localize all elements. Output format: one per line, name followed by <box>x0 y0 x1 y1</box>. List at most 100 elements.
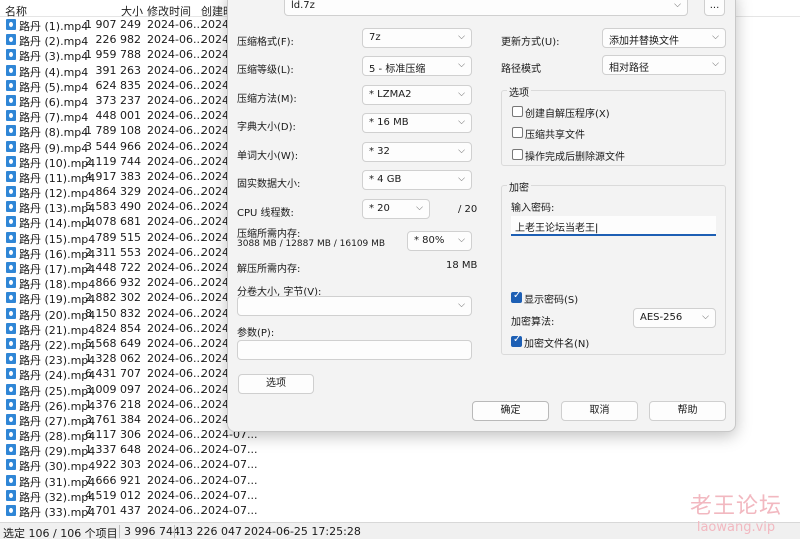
table-row[interactable]: 路丹 (1).mp4 1 907 249 2024-06... 2024 <box>0 17 260 33</box>
table-row[interactable]: 路丹 (3).mp4 1 959 788 2024-06... 2024 <box>0 47 260 63</box>
table-row[interactable]: 路丹 (8).mp4 1 789 108 2024-06... 2024 <box>0 123 260 139</box>
method-select[interactable]: * LZMA2 ⌵ <box>362 85 472 105</box>
video-file-icon <box>6 489 16 501</box>
file-size: 1 959 788 <box>85 48 141 62</box>
table-row[interactable]: 路丹 (10).mp4 2 119 744 2024-06... 2024 <box>0 154 260 170</box>
file-created: 2024 <box>201 63 229 77</box>
file-size: 1 789 108 <box>85 124 141 138</box>
cpu-threads-select[interactable]: * 20 ⌵ <box>362 199 430 219</box>
shared-files-label[interactable]: 压缩共享文件 <box>525 126 585 141</box>
table-row[interactable]: 路丹 (30).mp4 922 303 2024-06... 2024-07... <box>0 457 260 473</box>
table-row[interactable]: 路丹 (21).mp4 824 854 2024-06... 2024 <box>0 321 260 337</box>
show-password-label[interactable]: 显示密码(S) <box>524 291 578 306</box>
parameters-input[interactable] <box>237 340 472 360</box>
table-row[interactable]: 路丹 (15).mp4 789 515 2024-06... 2024 <box>0 230 260 246</box>
split-volume-select[interactable]: ⌵ <box>237 296 472 316</box>
table-row[interactable]: 路丹 (4).mp4 391 263 2024-06... 2024 <box>0 63 260 79</box>
table-row[interactable]: 路丹 (6).mp4 373 237 2024-06... 2024 <box>0 93 260 109</box>
update-mode-select[interactable]: 添加并替换文件 ⌵ <box>602 28 726 48</box>
chevron-down-icon[interactable]: ⌵ <box>674 0 681 10</box>
file-created: 2024 <box>201 230 229 244</box>
table-row[interactable]: 路丹 (23).mp4 1 328 062 2024-06... 2024 <box>0 351 260 367</box>
file-size: 2 311 553 <box>85 245 141 259</box>
delete-after-label[interactable]: 操作完成后删除源文件 <box>525 148 625 163</box>
chevron-down-icon: ⌵ <box>458 174 465 184</box>
delete-after-checkbox[interactable] <box>512 149 523 160</box>
video-file-icon <box>6 307 16 319</box>
file-created: 2024 <box>201 18 229 31</box>
shared-files-checkbox[interactable] <box>512 127 523 138</box>
word-size-select[interactable]: * 32 ⌵ <box>362 142 472 162</box>
file-name: 路丹 (33).mp4 <box>19 506 96 519</box>
level-select[interactable]: 5 - 标准压缩 ⌵ <box>362 56 472 76</box>
file-modified: 2024-06... <box>147 18 204 31</box>
table-row[interactable]: 路丹 (19).mp4 2 882 302 2024-06... 2024 <box>0 290 260 306</box>
table-row[interactable]: 路丹 (29).mp4 1 337 648 2024-06... 2024-07... <box>0 442 260 458</box>
video-file-icon <box>6 231 16 243</box>
table-row[interactable]: 路丹 (16).mp4 2 311 553 2024-06... 2024 <box>0 245 260 261</box>
encrypt-names-checkbox[interactable] <box>511 334 522 347</box>
table-row[interactable]: 路丹 (18).mp4 866 932 2024-06... 2024 <box>0 275 260 291</box>
format-label: 压缩格式(F): <box>237 37 294 48</box>
file-created: 2024 <box>201 78 229 92</box>
browse-button[interactable]: ... <box>704 0 725 16</box>
table-row[interactable]: 路丹 (32).mp4 4 519 012 2024-06... 2024-07... <box>0 488 260 504</box>
encryption-method-select[interactable]: AES-256 ⌵ <box>633 308 716 328</box>
file-modified: 2024-06... <box>147 352 204 366</box>
solid-block-label: 固实数据大小: <box>237 179 301 190</box>
table-row[interactable]: 路丹 (28).mp4 6 117 306 2024-06... 2024-07... <box>0 427 260 443</box>
table-row[interactable]: 路丹 (22).mp4 5 568 649 2024-06... 2024 <box>0 336 260 352</box>
dictionary-select[interactable]: * 16 MB ⌵ <box>362 113 472 133</box>
method-value: * LZMA2 <box>369 89 412 100</box>
password-label: 输入密码: <box>511 203 555 214</box>
file-modified: 2024-06... <box>147 48 204 62</box>
file-created: 2024-07... <box>201 443 258 457</box>
table-row[interactable]: 路丹 (17).mp4 2 448 722 2024-06... 2024 <box>0 260 260 276</box>
file-size: 922 303 <box>95 458 142 472</box>
update-mode-label: 更新方式(U): <box>501 37 560 48</box>
table-row[interactable]: 路丹 (24).mp4 6 431 707 2024-06... 2024 <box>0 366 260 382</box>
video-file-icon <box>6 94 16 106</box>
file-modified: 2024-06... <box>147 230 204 244</box>
file-size: 5 583 490 <box>85 200 141 214</box>
table-row[interactable]: 路丹 (14).mp4 1 078 681 2024-06... 2024 <box>0 214 260 230</box>
table-row[interactable]: 路丹 (12).mp4 864 329 2024-06... 2024 <box>0 184 260 200</box>
table-row[interactable]: 路丹 (33).mp4 7 701 437 2024-06... 2024-07... <box>0 503 260 519</box>
show-password-checkbox[interactable] <box>511 290 522 303</box>
memory-usage-select[interactable]: * 80% ⌵ <box>407 231 472 251</box>
video-file-icon <box>6 34 16 46</box>
table-row[interactable]: 路丹 (7).mp4 448 001 2024-06... 2024 <box>0 108 260 124</box>
sfx-label[interactable]: 创建自解压程序(X) <box>525 105 610 120</box>
table-row[interactable]: 路丹 (5).mp4 624 835 2024-06... 2024 <box>0 78 260 94</box>
file-created: 2024 <box>201 139 229 153</box>
video-file-icon <box>6 322 16 334</box>
file-modified: 2024-06... <box>147 443 204 457</box>
encrypt-names-label[interactable]: 加密文件名(N) <box>524 335 589 350</box>
table-row[interactable]: 路丹 (9).mp4 3 544 966 2024-06... 2024 <box>0 139 260 155</box>
path-mode-select[interactable]: 相对路径 ⌵ <box>602 55 726 75</box>
table-row[interactable]: 路丹 (13).mp4 5 583 490 2024-06... 2024 <box>0 199 260 215</box>
ok-button[interactable]: 确定 <box>472 401 549 421</box>
table-row[interactable]: 路丹 (2).mp4 226 982 2024-06... 2024 <box>0 32 260 48</box>
help-button[interactable]: 帮助 <box>649 401 726 421</box>
table-row[interactable]: 路丹 (31).mp4 7 666 921 2024-06... 2024-07... <box>0 473 260 489</box>
sfx-checkbox[interactable] <box>512 106 523 117</box>
status-bar: 选定 106 / 106 个项目 3 996 744 13 226 047 20… <box>0 522 800 540</box>
format-select[interactable]: 7z ⌵ <box>362 28 472 48</box>
archive-name-combo[interactable]: ld.7z ⌵ <box>284 0 688 16</box>
table-row[interactable]: 路丹 (20).mp4 8 150 832 2024-06... 2024 <box>0 306 260 322</box>
file-size: 6 431 707 <box>85 367 141 381</box>
solid-block-select[interactable]: * 4 GB ⌵ <box>362 170 472 190</box>
file-modified: 2024-06... <box>147 261 204 274</box>
options-button[interactable]: 选项 <box>238 374 314 394</box>
cancel-button[interactable]: 取消 <box>561 401 638 421</box>
password-input[interactable]: 上老王论坛当老王| <box>511 216 716 236</box>
video-file-icon <box>6 170 16 182</box>
table-row[interactable]: 路丹 (26).mp4 1 376 218 2024-06... 2024 <box>0 397 260 413</box>
table-row[interactable]: 路丹 (27).mp4 3 761 384 2024-06... 2024 <box>0 412 260 428</box>
table-row[interactable]: 路丹 (11).mp4 4 917 383 2024-06... 2024 <box>0 169 260 185</box>
file-modified: 2024-06... <box>147 63 204 77</box>
file-created: 2024 <box>201 336 229 350</box>
table-row[interactable]: 路丹 (25).mp4 3 009 097 2024-06... 2024 <box>0 382 260 398</box>
file-created: 2024-07... <box>201 458 258 472</box>
